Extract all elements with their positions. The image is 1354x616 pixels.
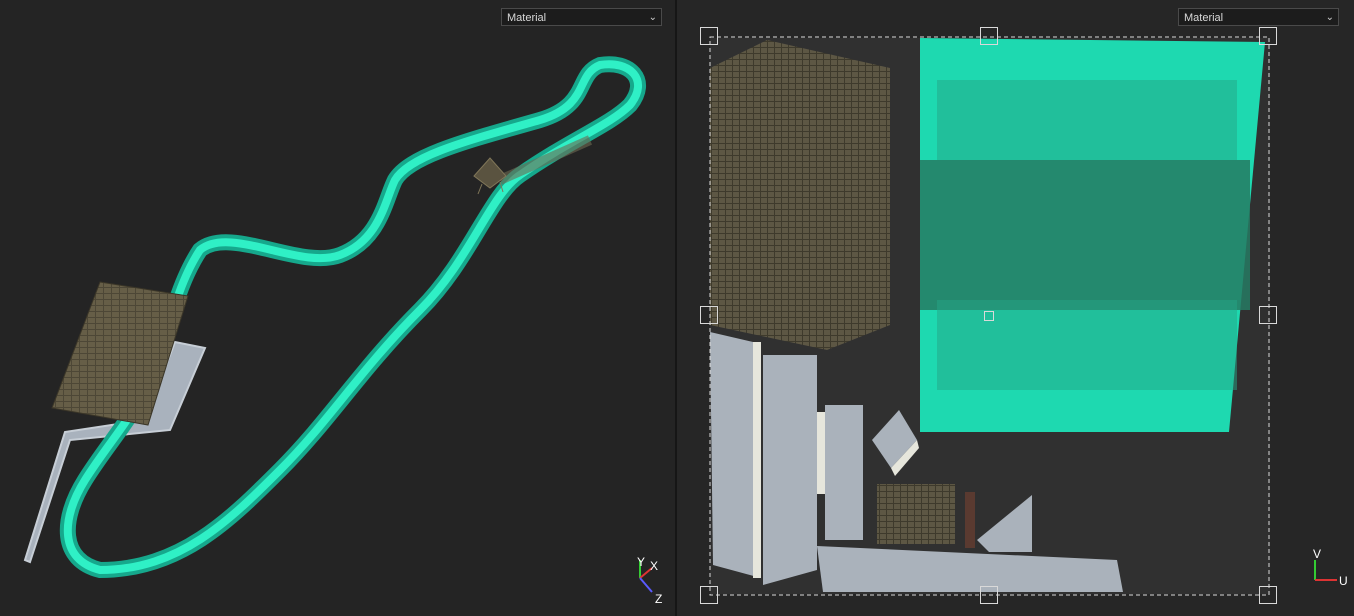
chevron-down-icon: ⌄ <box>648 12 657 23</box>
gizmo-u-label: U <box>1339 574 1348 588</box>
uv-island-roof-small[interactable] <box>877 484 955 544</box>
uv-island-wall-3[interactable] <box>825 405 863 540</box>
axis-gizmo-icon: Y X Z <box>637 555 662 606</box>
material-select-uv-value: Material <box>1184 12 1224 24</box>
handle-top-right[interactable] <box>1259 27 1277 45</box>
handle-bottom-left[interactable] <box>700 586 718 604</box>
handle-center[interactable] <box>984 311 994 321</box>
material-select-3d[interactable]: Material ⌄ <box>501 8 662 26</box>
handle-middle-left[interactable] <box>700 306 718 324</box>
handle-middle-right[interactable] <box>1259 306 1277 324</box>
material-select-3d-value: Material <box>507 12 547 24</box>
viewport-3d[interactable]: Y X Z Material ⌄ <box>0 0 675 616</box>
handle-bottom-center[interactable] <box>980 586 998 604</box>
handle-top-left[interactable] <box>700 27 718 45</box>
gizmo-x-label: X <box>650 559 658 573</box>
uv-island-wall-2[interactable] <box>763 355 817 585</box>
uv-axis-gizmo-icon: V U <box>1313 547 1348 588</box>
gizmo-y-label: Y <box>637 555 645 569</box>
handle-bottom-right[interactable] <box>1259 586 1277 604</box>
scene-3d[interactable]: Y X Z <box>0 0 675 616</box>
chevron-down-icon: ⌄ <box>1325 12 1334 23</box>
uv-canvas[interactable]: V U <box>677 0 1354 616</box>
uv-island-roof[interactable] <box>710 40 890 350</box>
gizmo-v-label: V <box>1313 547 1321 561</box>
uv-editor[interactable]: V U Material ⌄ <box>677 0 1354 616</box>
material-select-uv[interactable]: Material ⌄ <box>1178 8 1339 26</box>
gizmo-z-label: Z <box>655 592 662 606</box>
handle-top-center[interactable] <box>980 27 998 45</box>
